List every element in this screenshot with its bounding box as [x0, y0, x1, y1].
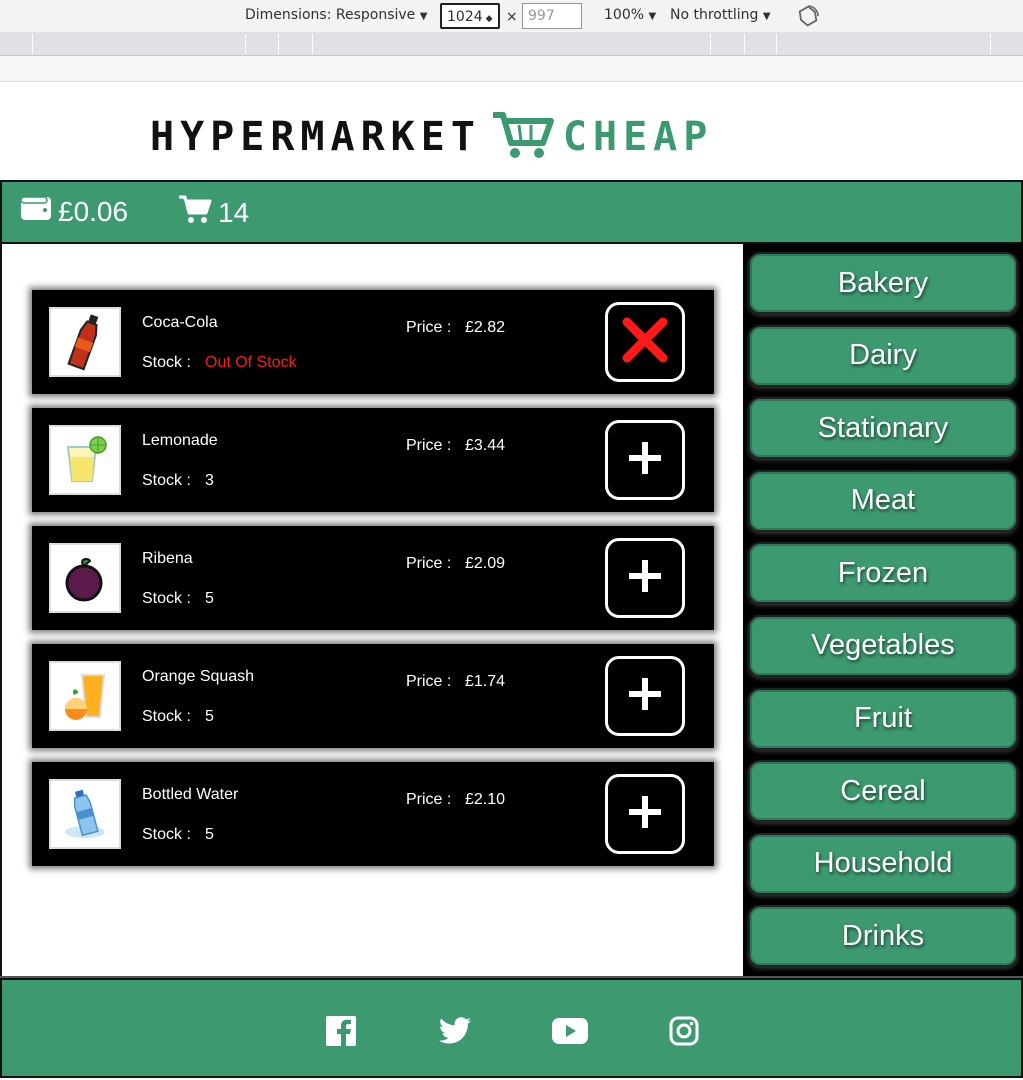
category-household-button[interactable]: Household — [748, 832, 1018, 895]
product-card: Coca-Cola Stock : Out Of Stock Price : £… — [32, 290, 714, 394]
product-name: Ribena — [142, 550, 193, 567]
product-name: Lemonade — [142, 432, 218, 449]
brand-word-1: HYPERMARKET — [150, 114, 481, 160]
height-input[interactable]: 997 — [522, 3, 582, 29]
brand-word-2: CHEAP — [562, 114, 714, 160]
price-label: Price : — [406, 673, 452, 690]
price-label: Price : — [406, 791, 452, 808]
add-to-cart-button[interactable] — [605, 656, 685, 736]
viewport-top-gap — [0, 56, 1023, 82]
dimensions-dropdown[interactable]: Dimensions: Responsive ▼ — [245, 7, 427, 23]
times-sign: × — [506, 9, 518, 25]
price-label: Price : — [406, 437, 452, 454]
stock-value: 5 — [205, 826, 214, 843]
category-sidebar: Bakery Dairy Stationary Meat Frozen Vege… — [743, 244, 1023, 976]
plus-icon — [627, 794, 663, 835]
cola-bottle-image — [49, 307, 121, 377]
category-cereal-button[interactable]: Cereal — [748, 760, 1018, 823]
category-vegetables-button[interactable]: Vegetables — [748, 614, 1018, 677]
stock-label: Stock : — [142, 826, 191, 843]
water-bottle-image — [49, 779, 121, 849]
category-frozen-button[interactable]: Frozen — [748, 542, 1018, 605]
stock-value: 5 — [205, 708, 214, 725]
throttling-dropdown[interactable]: No throttling ▼ — [670, 7, 771, 23]
price-value: £2.82 — [465, 319, 506, 336]
instagram-icon[interactable] — [667, 1014, 701, 1048]
price-value: £1.74 — [465, 673, 506, 690]
stock-value: 3 — [205, 472, 214, 489]
category-meat-button[interactable]: Meat — [748, 469, 1018, 532]
cart-count: 14 — [218, 196, 250, 228]
category-fruit-button[interactable]: Fruit — [748, 687, 1018, 750]
add-to-cart-button[interactable] — [605, 420, 685, 500]
facebook-icon[interactable] — [324, 1014, 358, 1048]
devtools-toolbar: Dimensions: Responsive ▼ 1024 ◆ × 997 100… — [0, 0, 1023, 32]
category-bakery-button[interactable]: Bakery — [748, 252, 1018, 314]
stock-value: Out Of Stock — [205, 354, 297, 371]
product-name: Orange Squash — [142, 668, 255, 685]
price-label: Price : — [406, 319, 452, 336]
product-list: Coca-Cola Stock : Out Of Stock Price : £… — [0, 244, 743, 976]
blackcurrant-image — [49, 543, 121, 613]
device-ruler — [0, 32, 1023, 56]
orange-juice-image — [49, 661, 121, 731]
width-input[interactable]: 1024 ◆ — [440, 3, 500, 29]
product-card: Lemonade Stock : 3 Price : £3.44 — [32, 408, 714, 512]
plus-icon — [627, 676, 663, 717]
stock-label: Stock : — [142, 708, 191, 725]
category-stationary-button[interactable]: Stationary — [748, 397, 1018, 460]
cart-icon — [178, 194, 218, 231]
header: HYPERMARKET CHEAP — [0, 82, 1023, 180]
price-value: £3.44 — [465, 437, 506, 454]
category-drinks-button[interactable]: Drinks — [748, 905, 1018, 968]
account-bar: £0.06 14 — [0, 180, 1023, 244]
category-dairy-button[interactable]: Dairy — [748, 324, 1018, 387]
product-card: Bottled Water Stock : 5 Price : £2.10 — [32, 762, 714, 866]
product-name: Coca-Cola — [142, 314, 218, 331]
stock-label: Stock : — [142, 354, 191, 371]
add-to-cart-button[interactable] — [605, 774, 685, 854]
product-card: Ribena Stock : 5 Price : £2.09 — [32, 526, 714, 630]
plus-icon — [627, 440, 663, 481]
remove-icon — [622, 317, 668, 368]
stock-label: Stock : — [142, 590, 191, 607]
wallet-amount: £0.06 — [58, 195, 129, 227]
footer — [0, 978, 1023, 1078]
plus-icon — [627, 558, 663, 599]
wallet-balance[interactable]: £0.06 — [20, 194, 128, 229]
youtube-icon[interactable] — [551, 1014, 589, 1048]
product-card: Orange Squash Stock : 5 Price : £1.74 — [32, 644, 714, 748]
price-value: £2.10 — [465, 791, 506, 808]
cart-summary[interactable]: 14 — [178, 194, 249, 231]
logo-cart-icon — [491, 111, 555, 164]
price-label: Price : — [406, 555, 452, 572]
add-to-cart-button[interactable] — [605, 538, 685, 618]
lemonade-glass-image — [49, 425, 121, 495]
rotate-icon[interactable] — [796, 4, 820, 32]
stock-label: Stock : — [142, 472, 191, 489]
product-name: Bottled Water — [142, 786, 239, 803]
zoom-dropdown[interactable]: 100% ▼ — [604, 7, 656, 23]
remove-button[interactable] — [605, 302, 685, 382]
twitter-icon[interactable] — [438, 1014, 472, 1048]
brand-logo[interactable]: HYPERMARKET CHEAP — [150, 111, 714, 164]
stock-value: 5 — [205, 590, 214, 607]
price-value: £2.09 — [465, 555, 506, 572]
page: HYPERMARKET CHEAP £0.06 14 Coca-Cola Sto… — [0, 82, 1023, 1080]
wallet-icon — [20, 194, 58, 229]
